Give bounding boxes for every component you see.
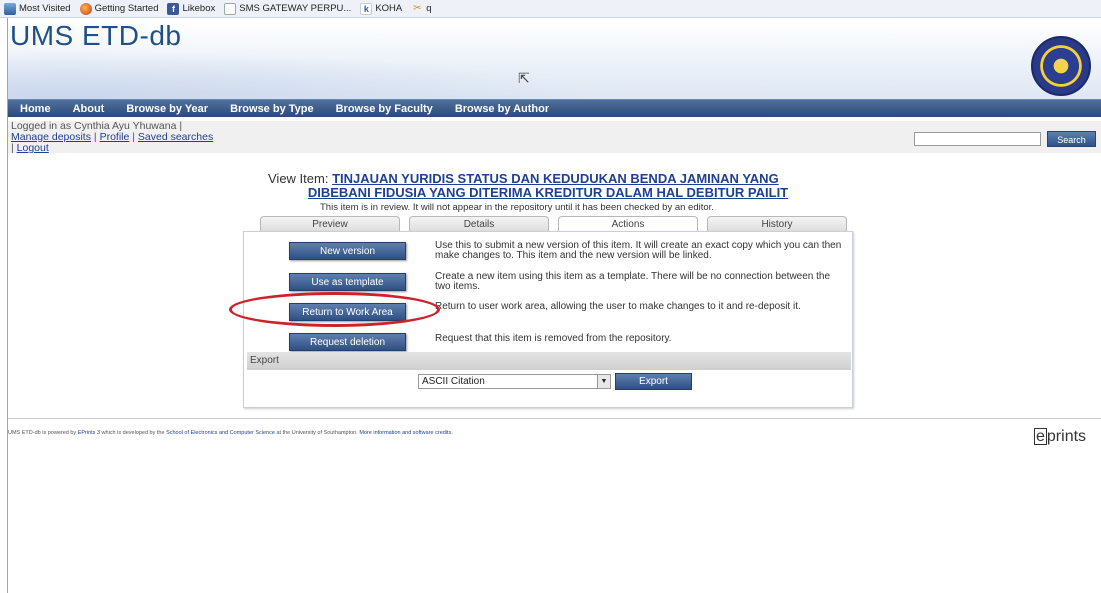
footer-credits: UMS ETD-db is powered by EPrints 3 which… [8, 430, 453, 436]
q-icon: ✂ [413, 2, 422, 14]
bookmark-sms-gateway[interactable]: SMS GATEWAY PERPU... [224, 2, 351, 15]
request-deletion-description: Request that this item is removed from t… [435, 333, 672, 344]
item-title-line2[interactable]: DIBEBANI FIDUSIA YANG DITERIMA KREDITUR … [308, 185, 788, 200]
highlight-ellipse [229, 292, 440, 327]
profile-link[interactable]: Profile [100, 131, 130, 143]
bookmark-getting-started[interactable]: Getting Started [79, 2, 158, 15]
most-visited-icon [4, 2, 16, 15]
nav-browse-by-year[interactable]: Browse by Year [126, 103, 208, 115]
search-button[interactable]: Search [1047, 131, 1096, 147]
new-version-description: Use this to submit a new version of this… [435, 240, 842, 261]
nav-browse-by-faculty[interactable]: Browse by Faculty [336, 103, 433, 115]
export-format-value: ASCII Citation [422, 376, 485, 387]
export-format-select[interactable]: ASCII Citation ▼ [418, 374, 611, 389]
tab-details[interactable]: Details [409, 216, 549, 232]
eprints-logo[interactable]: e prints [1034, 428, 1094, 448]
search-input[interactable] [914, 132, 1041, 146]
saved-searches-link[interactable]: Saved searches [138, 131, 213, 143]
logout-link[interactable]: Logout [17, 142, 49, 154]
use-as-template-description: Create a new item using this item as a t… [435, 271, 831, 292]
university-logo [1031, 36, 1091, 96]
new-version-button[interactable]: New version [289, 242, 406, 260]
bookmark-most-visited[interactable]: Most Visited [4, 2, 71, 15]
item-title-line1[interactable]: TINJAUAN YURIDIS STATUS DAN KEDUDUKAN BE… [332, 171, 779, 186]
item-tabs: Preview Details Actions History [260, 216, 852, 232]
tab-preview[interactable]: Preview [260, 216, 400, 232]
page-title: View Item: TINJAUAN YURIDIS STATUS DAN K… [268, 172, 868, 200]
main-nav: Home About Browse by Year Browse by Type… [8, 99, 1101, 117]
credits-link[interactable]: More information and software credits [359, 430, 451, 436]
nav-browse-by-author[interactable]: Browse by Author [455, 103, 549, 115]
chevron-down-icon[interactable]: ▼ [597, 375, 610, 388]
eprints-link[interactable]: EPrints 3 [78, 430, 100, 436]
koha-icon: k [360, 2, 373, 15]
footer-divider [8, 418, 1101, 419]
nav-browse-by-type[interactable]: Browse by Type [230, 103, 314, 115]
export-button[interactable]: Export [615, 373, 692, 390]
blank-page-icon [224, 2, 237, 15]
nav-about[interactable]: About [73, 103, 105, 115]
facebook-icon: f [167, 2, 180, 15]
login-bar: Logged in as Cynthia Ayu Yhuwana | Manag… [8, 121, 1101, 154]
tab-actions[interactable]: Actions [558, 216, 698, 232]
return-to-work-area-description: Return to user work area, allowing the u… [435, 301, 801, 312]
mouse-cursor-icon: ⇱ [518, 70, 530, 86]
site-title[interactable]: UMS ETD-db [10, 20, 181, 52]
use-as-template-button[interactable]: Use as template [289, 273, 406, 291]
review-notice: This item is in review. It will not appe… [320, 202, 714, 213]
view-item-label: View Item: [268, 171, 329, 186]
bookmark-q[interactable]: ✂ q [411, 2, 432, 15]
firefox-icon [79, 2, 92, 15]
request-deletion-button[interactable]: Request deletion [289, 333, 406, 351]
nav-home[interactable]: Home [20, 103, 51, 115]
bookmark-koha[interactable]: k KOHA [360, 2, 402, 15]
ecs-link[interactable]: School of Electronics and Computer Scien… [166, 430, 275, 436]
bookmarks-toolbar: Most Visited Getting Started f Likebox SM… [0, 0, 1101, 18]
tab-history[interactable]: History [707, 216, 847, 232]
bookmark-likebox[interactable]: f Likebox [167, 2, 215, 15]
export-heading: Export [247, 352, 851, 370]
site-header: UMS ETD-db ⇱ [8, 20, 1101, 99]
